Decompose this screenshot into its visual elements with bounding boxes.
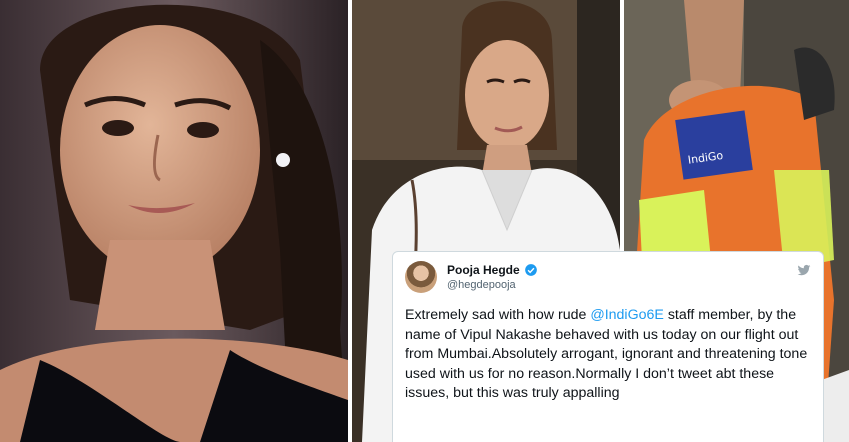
twitter-bird-icon[interactable]	[797, 263, 811, 277]
author-handle[interactable]: @hegdepooja	[447, 279, 516, 291]
photo-left-portrait	[0, 0, 348, 442]
tweet-text-start: Extremely sad with how rude	[405, 307, 591, 323]
portrait-illustration	[0, 0, 348, 442]
mention-link[interactable]: @IndiGo6E	[590, 307, 664, 323]
avatar[interactable]	[405, 261, 437, 293]
tweet-card[interactable]: Pooja Hegde @hegdepooja Extremely sad wi…	[392, 251, 824, 442]
tweet-text: Extremely sad with how rude @IndiGo6E st…	[405, 306, 815, 404]
verified-badge-icon	[525, 264, 537, 276]
author-name[interactable]: Pooja Hegde	[447, 263, 520, 277]
